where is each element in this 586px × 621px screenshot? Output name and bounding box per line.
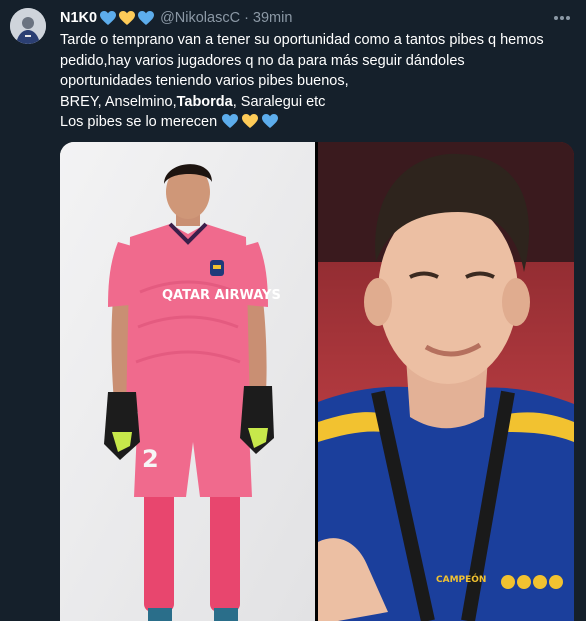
closing-emojis: [221, 113, 279, 129]
tweet-closing-line: Los pibes se lo merecen: [60, 112, 578, 133]
avatar[interactable]: [10, 8, 46, 44]
names-bold: Taborda: [176, 93, 233, 110]
media-photo-goalkeeper[interactable]: 2 QATAR AIRWAYS: [60, 142, 315, 621]
tweet-names-line: BREY, Anselmino,Taborda, Saralegui etc: [60, 92, 578, 113]
goalkeeper-photo: 2 QATAR AIRWAYS: [60, 142, 315, 621]
shorts-number: 2: [142, 445, 159, 473]
display-name[interactable]: N1K0: [60, 8, 97, 28]
timestamp[interactable]: 39min: [253, 8, 293, 28]
separator-dot: ·: [244, 10, 249, 26]
blue-heart-icon: [100, 11, 117, 25]
tweet[interactable]: N1K0 @NikolascC · 39min Tarde o temprano…: [0, 0, 586, 621]
avatar-image: [10, 8, 46, 44]
more-horizontal-icon: [554, 16, 570, 20]
tweet-text-line: oportunidades teniendo varios pibes buen…: [60, 73, 349, 89]
tweet-text: Tarde o temprano van a tener su oportuni…: [60, 30, 578, 133]
blue-heart-icon: [222, 114, 239, 128]
medal-text: CAMPEÓN: [436, 573, 486, 585]
tweet-text-line: pedido,hay varios jugadores q no da para…: [60, 52, 465, 69]
tweet-media[interactable]: 2 QATAR AIRWAYS CAMPEÓN: [60, 142, 574, 621]
tweet-text-line: Tarde o temprano van a tener su oportuni…: [60, 32, 544, 48]
media-photo-player[interactable]: CAMPEÓN: [318, 142, 574, 621]
tweet-header: N1K0 @NikolascC · 39min: [60, 8, 572, 28]
yellow-heart-icon: [242, 114, 259, 128]
names-prefix: BREY, Anselmino,: [60, 93, 177, 110]
display-name-emojis: [99, 10, 155, 26]
blue-heart-icon: [262, 114, 279, 128]
player-photo: CAMPEÓN: [318, 142, 574, 621]
blue-heart-icon: [138, 11, 155, 25]
jersey-sponsor-text: QATAR AIRWAYS: [162, 288, 281, 303]
closing-text: Los pibes se lo merecen: [60, 114, 218, 130]
names-suffix: , Saralegui etc: [232, 93, 326, 110]
more-options-button[interactable]: [550, 10, 574, 26]
yellow-heart-icon: [119, 11, 136, 25]
user-handle[interactable]: @NikolascC: [160, 8, 240, 28]
